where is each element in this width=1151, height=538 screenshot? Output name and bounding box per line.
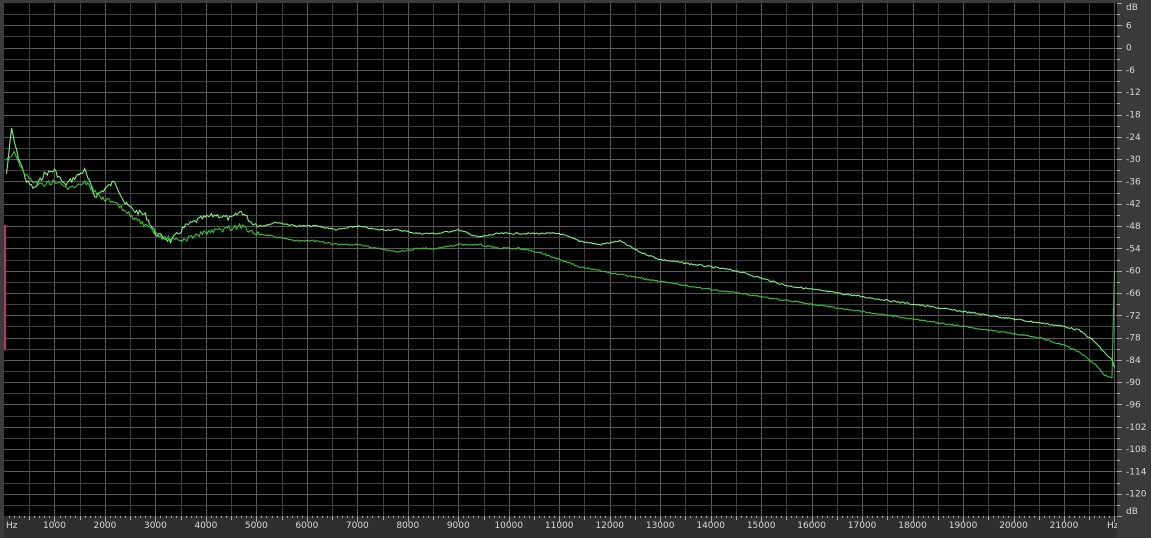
x-tick-label: 21000 (1050, 521, 1079, 531)
y-tick-label: -54 (1126, 244, 1141, 254)
x-tick-label: 7000 (346, 521, 369, 531)
x-tick-label: 4000 (194, 521, 217, 531)
x-tick-label: 19000 (949, 521, 978, 531)
x-axis: Hz Hz 1000 2000 3000 4000 5000 6000 7000 8000 90… (4, 516, 1119, 538)
x-tick-label: 13000 (646, 521, 675, 531)
x-tick-label: 11000 (545, 521, 574, 531)
x-tick-label: 18000 (898, 521, 927, 531)
x-tick-label: 2000 (93, 521, 116, 531)
y-tick-label: -6 (1126, 66, 1135, 76)
x-tick-label: 16000 (797, 521, 826, 531)
x-tick-label: 14000 (696, 521, 725, 531)
y-tick-label: -48 (1126, 222, 1141, 232)
y-tick-label: -18 (1126, 111, 1141, 121)
x-tick-label: 20000 (999, 521, 1028, 531)
spectrum-chart: Hz Hz 1000 2000 3000 4000 5000 6000 7000 8000 90… (4, 0, 1151, 538)
x-tick-label: 12000 (595, 521, 624, 531)
y-tick-label: -42 (1126, 200, 1141, 210)
y-axis: dB dB 6 0 -6 -12 -18 -24 -30 -36 -42 -48 -54 -60 -66… (1117, 0, 1151, 538)
x-unit-label: Hz (6, 521, 18, 531)
y-tick-label: -66 (1126, 289, 1141, 299)
y-tick-label: -30 (1126, 155, 1141, 165)
x-tick-label: 1000 (43, 521, 66, 531)
y-tick-label: 6 (1126, 21, 1132, 31)
y-tick-label: -78 (1126, 334, 1141, 344)
x-tick-label: 9000 (447, 521, 470, 531)
x-tick-label: 15000 (747, 521, 776, 531)
y-tick-label: -96 (1126, 400, 1141, 410)
x-tick-label: 8000 (396, 521, 419, 531)
x-tick-label: 3000 (144, 521, 167, 531)
x-tick-label: 6000 (295, 521, 318, 531)
y-tick-label: -102 (1126, 423, 1146, 433)
y-tick-label: -36 (1126, 177, 1141, 187)
y-tick-label: -108 (1126, 445, 1147, 455)
y-tick-label: -84 (1126, 356, 1141, 366)
y-unit-label: dB (1126, 3, 1138, 13)
y-tick-label: -60 (1126, 267, 1141, 277)
y-tick-label: -90 (1126, 378, 1141, 388)
y-tick-label: -120 (1126, 490, 1147, 500)
x-tick-label: 17000 (848, 521, 877, 531)
y-tick-label: 0 (1126, 44, 1132, 54)
y-tick-label: -12 (1126, 88, 1141, 98)
y-tick-label: -114 (1126, 467, 1147, 477)
x-tick-label: 10000 (494, 521, 523, 531)
x-tick-label: 5000 (245, 521, 268, 531)
spectrum-analyzer-panel: Hz Hz 1000 2000 3000 4000 5000 6000 7000 8000 90… (0, 0, 1151, 538)
y-tick-label: -24 (1126, 133, 1141, 143)
y-unit-label-bottom: dB (1126, 507, 1138, 517)
y-tick-label: -72 (1126, 311, 1141, 321)
left-marker (4, 225, 6, 350)
